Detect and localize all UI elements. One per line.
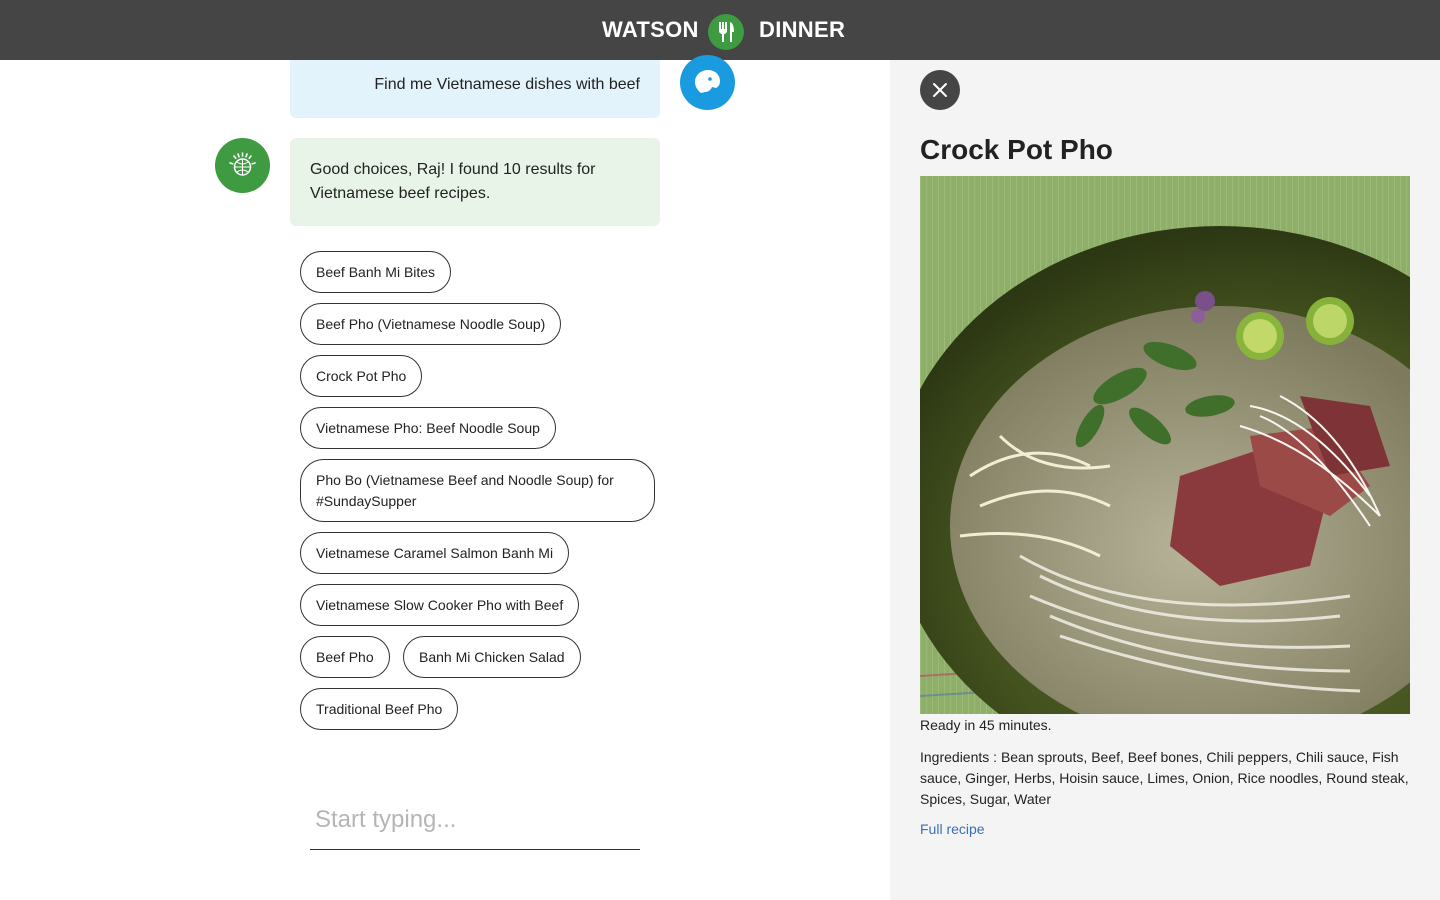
result-chip[interactable]: Banh Mi Chicken Salad [403,636,581,678]
result-chip[interactable]: Beef Pho (Vietnamese Noodle Soup) [300,303,562,345]
chat-input[interactable] [310,790,640,849]
result-chip[interactable]: Vietnamese Slow Cooker Pho with Beef [300,584,580,626]
chat-panel: Find me Vietnamese dishes with beef Good… [0,55,890,900]
result-chip[interactable]: Vietnamese Pho: Beef Noodle Soup [300,407,556,449]
brand-watson: WATSON [602,17,699,42]
result-chip[interactable]: Beef Banh Mi Bites [300,251,452,293]
fork-knife-icon [708,14,744,50]
brand-dinner: DINNER [759,17,846,42]
watson-globe-icon [215,138,270,193]
ready-time: Ready in 45 minutes. [920,717,1052,733]
close-icon[interactable] [920,70,960,110]
recipe-detail-panel: Crock Pot Pho Ready in 45 minutes. Ingre… [890,60,1440,900]
full-recipe-link[interactable]: Full recipe [920,821,985,837]
user-message-bubble: Find me Vietnamese dishes with beef [290,60,660,118]
user-profile-icon [680,55,735,110]
top-bar: WATSON DINNER [0,0,1440,60]
result-chip[interactable]: Pho Bo (Vietnamese Beef and Noodle Soup)… [300,459,655,522]
result-chip[interactable]: Crock Pot Pho [300,355,423,397]
recipe-title: Crock Pot Pho [920,134,1113,165]
recipe-image [920,176,1410,714]
ingredients-list: Ingredients : Bean sprouts, Beef, Beef b… [920,749,1409,807]
user-message-text: Find me Vietnamese dishes with beef [374,76,640,93]
bot-message-bubble: Good choices, Raj! I found 10 results fo… [290,138,660,226]
result-chip[interactable]: Beef Pho [300,636,390,678]
result-chip[interactable]: Traditional Beef Pho [300,688,459,730]
result-chip[interactable]: Vietnamese Caramel Salmon Banh Mi [300,532,570,574]
chat-input-container [310,790,640,850]
